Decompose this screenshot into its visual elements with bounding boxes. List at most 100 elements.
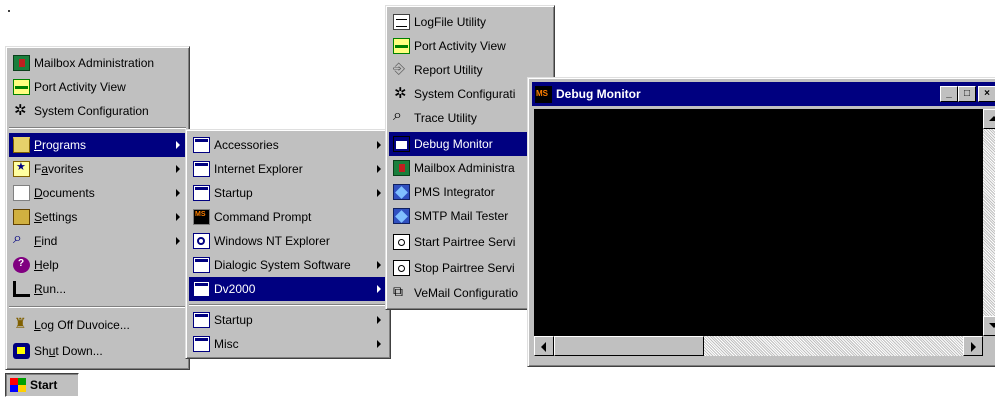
menu-separator: [189, 304, 387, 306]
menu-item-log-off[interactable]: Log Off Duvoice...: [9, 313, 186, 337]
label-rest: ind: [41, 234, 58, 248]
program-group-icon: [193, 161, 210, 177]
menu-item-mailbox-administration[interactable]: Mailbox Administration: [9, 51, 186, 75]
scroll-right-button[interactable]: [963, 336, 983, 356]
horizontal-scrollbar[interactable]: [534, 336, 983, 356]
debug-output-area[interactable]: [534, 109, 983, 336]
menu-item-startup[interactable]: Startup: [189, 181, 387, 205]
menu-item-settings[interactable]: Settings: [9, 205, 186, 229]
menu-item-internet-explorer[interactable]: Internet Explorer: [189, 157, 387, 181]
menu-item-label: Programs: [34, 138, 86, 152]
menu-item-label: Dv2000: [214, 282, 256, 296]
menu-item-label: LogFile Utility: [414, 15, 487, 29]
accel-key: R: [34, 282, 43, 296]
menu-separator: [9, 127, 186, 129]
programs-folder-icon: [13, 137, 30, 153]
menu-item-programs[interactable]: Programs: [9, 133, 186, 157]
submenu-arrow-icon: [377, 285, 381, 293]
minimize-button[interactable]: _: [940, 86, 958, 102]
menu-item-label: Debug Monitor: [414, 137, 493, 151]
window-titlebar[interactable]: Debug Monitor _ □ ×: [532, 82, 995, 106]
scroll-down-button[interactable]: [983, 316, 995, 336]
label-rest: un...: [42, 282, 67, 296]
menu-item-label: Port Activity View: [414, 39, 506, 53]
submenu-arrow-icon: [176, 213, 180, 221]
debug-monitor-icon: [393, 136, 410, 152]
menu-item-documents[interactable]: Documents: [9, 181, 186, 205]
label-rest: ettings: [42, 210, 78, 224]
close-button[interactable]: ×: [978, 86, 995, 102]
menu-item-label: Port Activity View: [34, 80, 126, 94]
port-activity-icon: [13, 79, 30, 95]
mailbox-icon: [13, 55, 30, 71]
menu-item-label: Stop Pairtree Servi: [414, 261, 515, 275]
menu-item-dv2000[interactable]: Dv2000: [189, 277, 387, 301]
menu-item-dialogic-system-software[interactable]: Dialogic System Software: [189, 253, 387, 277]
system-config-icon: [13, 101, 30, 119]
menu-item-port-activity-view[interactable]: Port Activity View: [9, 75, 186, 99]
window-title: Debug Monitor: [556, 87, 641, 101]
menu-item-label: Settings: [34, 210, 77, 224]
menu-item-label: Dialogic System Software: [214, 258, 351, 272]
mailbox-icon: [393, 160, 410, 176]
menu-item-shut-down[interactable]: Shut Down...: [9, 339, 186, 363]
desktop-dot: [8, 10, 10, 12]
program-group-icon: [193, 336, 210, 352]
documents-icon: [13, 185, 30, 201]
maximize-button[interactable]: □: [958, 86, 976, 102]
help-icon: [13, 257, 30, 273]
accel-key: P: [34, 138, 43, 152]
menu-item-label: System Configuration: [34, 104, 149, 118]
report-icon: [393, 60, 410, 78]
down-arrow-icon: [989, 323, 995, 328]
horizontal-scroll-thumb[interactable]: [554, 336, 704, 356]
pms-icon: [393, 184, 410, 200]
menu-item-favorites[interactable]: Favorites: [9, 157, 186, 181]
menu-item-label: Documents: [34, 186, 95, 200]
start-label: Start: [30, 378, 58, 392]
menu-item-label: Start Pairtree Servi: [414, 235, 516, 249]
menu-item-run[interactable]: Run...: [9, 277, 186, 301]
start-button[interactable]: Start: [5, 373, 79, 397]
vertical-scrollbar[interactable]: [983, 109, 995, 336]
submenu-arrow-icon: [176, 141, 180, 149]
menu-item-label: Report Utility: [414, 63, 483, 77]
menu-item-find[interactable]: Find: [9, 229, 186, 253]
accel-key: L: [34, 318, 41, 332]
menu-item-label: Favorites: [34, 162, 83, 176]
submenu-arrow-icon: [377, 316, 381, 324]
label-rest: t Down...: [55, 344, 103, 358]
program-group-icon: [193, 257, 210, 273]
menu-separator: [9, 306, 186, 308]
menu-item-system-configuration[interactable]: System Configuration: [9, 99, 186, 123]
menu-item-logfile-utility[interactable]: LogFile Utility: [389, 10, 551, 34]
label-rest: ocuments: [42, 186, 95, 200]
menu-item-label: Shut Down...: [34, 344, 103, 358]
menu-item-accessories[interactable]: Accessories: [189, 133, 387, 157]
menu-item-label: SMTP Mail Tester: [414, 209, 509, 223]
scroll-left-button[interactable]: [534, 336, 554, 356]
program-group-icon: [193, 185, 210, 201]
menu-item-startup-2[interactable]: Startup: [189, 308, 387, 332]
menu-item-windows-nt-explorer[interactable]: Windows NT Explorer: [189, 229, 387, 253]
windows-logo-icon: [10, 378, 26, 392]
menu-item-misc[interactable]: Misc: [189, 332, 387, 356]
menu-item-label: Run...: [34, 282, 66, 296]
submenu-arrow-icon: [176, 237, 180, 245]
submenu-arrow-icon: [377, 165, 381, 173]
debug-monitor-window: Debug Monitor _ □ ×: [527, 77, 995, 367]
menu-item-command-prompt[interactable]: Command Prompt: [189, 205, 387, 229]
favorites-icon: [13, 160, 30, 177]
right-arrow-icon: [971, 342, 976, 352]
menu-item-label: System Configurati: [414, 87, 516, 101]
scroll-up-button[interactable]: [983, 109, 995, 129]
submenu-arrow-icon: [176, 189, 180, 197]
run-icon: [13, 281, 30, 297]
menu-item-label: PMS Integrator: [414, 185, 495, 199]
menu-item-help[interactable]: Help: [9, 253, 186, 277]
program-group-icon: [193, 312, 210, 328]
service-icon: [393, 260, 410, 276]
menu-item-label: Command Prompt: [214, 210, 312, 224]
debug-monitor-app-icon[interactable]: [535, 85, 552, 103]
menu-item-port-activity-view-dv[interactable]: Port Activity View: [389, 34, 551, 58]
